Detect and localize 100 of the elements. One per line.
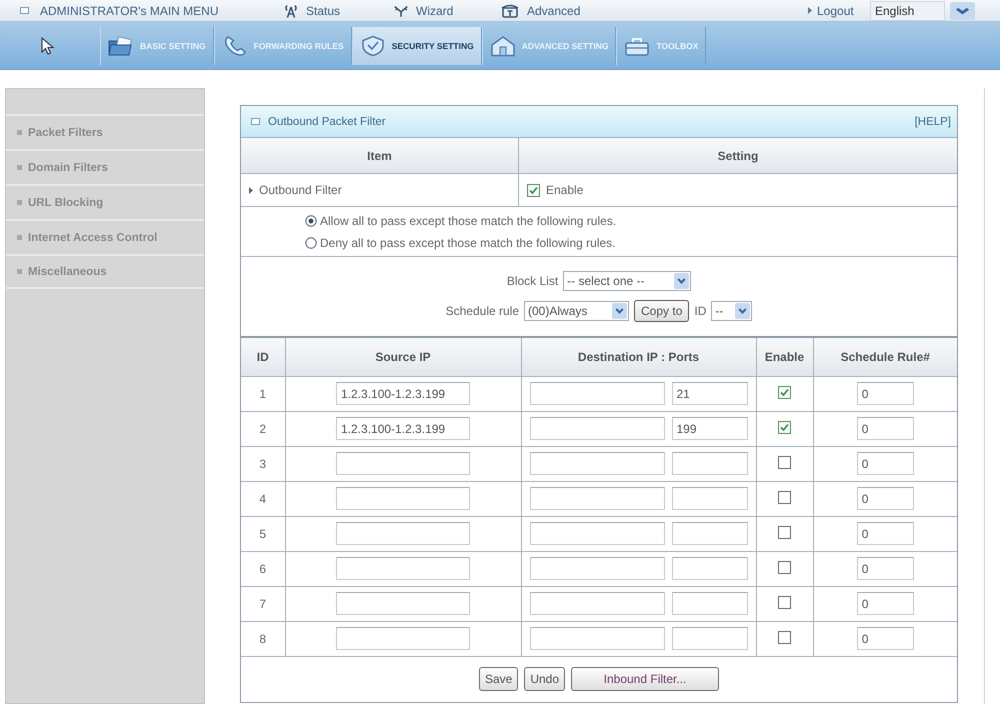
source-ip-field[interactable] bbox=[336, 487, 470, 510]
nav-tab[interactable]: SECURITY SETTING bbox=[352, 27, 482, 65]
source-ip-field[interactable] bbox=[336, 627, 470, 650]
id-select[interactable]: -- bbox=[711, 301, 752, 321]
source-ip-field[interactable] bbox=[336, 452, 470, 475]
bullet-icon bbox=[17, 235, 22, 240]
schedule-rule-field[interactable]: 0 bbox=[856, 592, 914, 615]
enable-checkbox[interactable] bbox=[778, 490, 791, 504]
bullet-icon bbox=[17, 130, 22, 135]
chevron-down-icon bbox=[674, 273, 690, 289]
column-header: Source IP bbox=[285, 338, 521, 376]
id-label: ID bbox=[694, 304, 706, 318]
menu-link[interactable]: Status bbox=[283, 4, 393, 18]
help-link[interactable]: [HELP] bbox=[914, 116, 951, 128]
branch-icon bbox=[393, 4, 409, 18]
undo-button[interactable]: Undo bbox=[524, 667, 566, 691]
copy-to-button[interactable]: Copy to bbox=[634, 300, 690, 322]
destination-ip-field[interactable] bbox=[530, 452, 664, 475]
schedule-rule-field[interactable]: 0 bbox=[856, 627, 914, 650]
table-cell: 3 bbox=[241, 446, 285, 481]
table-cell: 4 bbox=[241, 481, 285, 516]
schedule-rule-field[interactable]: 0 bbox=[856, 557, 914, 580]
schedule-rule-field[interactable]: 0 bbox=[856, 487, 914, 510]
inbound-filter-button[interactable]: Inbound Filter... bbox=[571, 667, 720, 691]
column-header: Schedule Rule# bbox=[813, 338, 957, 376]
setting-label: Outbound Filter bbox=[259, 183, 342, 197]
radio-label: Allow all to pass except those match the following rules. bbox=[320, 214, 616, 228]
schedule-rule-label: Schedule rule bbox=[446, 304, 520, 318]
menu-link[interactable]: Wizard bbox=[393, 4, 500, 18]
menu-title: ADMINISTRATOR's MAIN MENU bbox=[40, 4, 219, 18]
triangle-icon bbox=[808, 7, 812, 14]
enable-checkbox[interactable] bbox=[778, 456, 791, 468]
table-cell: 1 bbox=[241, 376, 285, 411]
bullet-icon bbox=[17, 165, 22, 170]
table-cell: 8 bbox=[241, 621, 285, 656]
block-list-select[interactable]: -- select one -- bbox=[563, 271, 692, 291]
source-ip-field[interactable] bbox=[336, 522, 470, 545]
column-header: ID bbox=[241, 338, 285, 376]
shield-icon bbox=[360, 35, 386, 57]
table-cell: 7 bbox=[241, 586, 285, 621]
column-header: Enable bbox=[756, 338, 813, 376]
port-field[interactable] bbox=[672, 452, 748, 475]
box-icon bbox=[500, 4, 520, 18]
menu-link[interactable]: Advanced bbox=[500, 4, 808, 18]
toolbox-icon bbox=[624, 35, 650, 57]
block-list-label: Block List bbox=[506, 274, 558, 288]
schedule-rule-field[interactable]: 0 bbox=[856, 382, 914, 405]
destination-ip-field[interactable] bbox=[530, 627, 664, 650]
source-ip-field[interactable]: 1.2.3.100-1.2.3.199 bbox=[336, 382, 470, 405]
enable-checkbox[interactable] bbox=[778, 420, 791, 434]
table-cell: 2 bbox=[241, 411, 285, 446]
square-icon bbox=[251, 118, 260, 125]
port-field[interactable] bbox=[672, 557, 748, 580]
cursor-icon bbox=[41, 37, 55, 55]
bullet-icon bbox=[17, 269, 22, 274]
schedule-rule-select[interactable]: (00)Always bbox=[524, 301, 630, 321]
destination-ip-field[interactable] bbox=[530, 487, 664, 510]
chevron-down-icon bbox=[950, 2, 975, 20]
destination-ip-field[interactable] bbox=[530, 417, 664, 440]
antenna-icon bbox=[283, 4, 299, 18]
destination-ip-field[interactable] bbox=[530, 557, 664, 580]
schedule-rule-field[interactable]: 0 bbox=[856, 452, 914, 475]
column-header: Destination IP : Ports bbox=[521, 338, 756, 376]
destination-ip-field[interactable] bbox=[530, 592, 664, 615]
source-ip-field[interactable] bbox=[336, 557, 470, 580]
save-button[interactable]: Save bbox=[478, 667, 518, 691]
enable-checkbox[interactable] bbox=[778, 596, 791, 608]
enable-checkbox[interactable] bbox=[778, 630, 791, 644]
destination-ip-field[interactable] bbox=[530, 382, 664, 405]
enable-checkbox[interactable] bbox=[778, 526, 791, 538]
schedule-rule-field[interactable]: 0 bbox=[856, 417, 914, 440]
folder-icon bbox=[108, 35, 134, 57]
enable-checkbox[interactable] bbox=[778, 386, 791, 398]
destination-ip-field[interactable] bbox=[530, 522, 664, 545]
enable-checkbox[interactable] bbox=[527, 184, 540, 196]
bullet-icon bbox=[17, 200, 22, 205]
column-header: Setting bbox=[718, 148, 758, 162]
chevron-down-icon bbox=[612, 303, 628, 319]
radio-button[interactable] bbox=[305, 214, 317, 226]
table-cell: 6 bbox=[241, 551, 285, 586]
source-ip-field[interactable] bbox=[336, 592, 470, 615]
square-icon bbox=[20, 7, 29, 14]
triangle-icon bbox=[249, 186, 253, 194]
checkbox-label: Enable bbox=[546, 183, 584, 197]
enable-checkbox[interactable] bbox=[778, 560, 791, 574]
port-field[interactable] bbox=[672, 522, 748, 545]
panel-title: Outbound Packet Filter bbox=[268, 116, 386, 128]
port-field[interactable] bbox=[672, 592, 748, 615]
logout-link[interactable]: Logout bbox=[808, 4, 870, 18]
house-icon bbox=[490, 35, 516, 57]
radio-label: Deny all to pass except those match the following rules. bbox=[320, 236, 616, 250]
source-ip-field[interactable]: 1.2.3.100-1.2.3.199 bbox=[336, 417, 470, 440]
port-field[interactable]: 199 bbox=[672, 417, 748, 440]
port-field[interactable] bbox=[672, 487, 748, 510]
radio-button[interactable] bbox=[305, 236, 317, 248]
table-cell: 5 bbox=[241, 516, 285, 551]
port-field[interactable] bbox=[672, 627, 748, 650]
column-header: Item bbox=[367, 148, 392, 162]
port-field[interactable]: 21 bbox=[672, 382, 748, 405]
schedule-rule-field[interactable]: 0 bbox=[856, 522, 914, 545]
